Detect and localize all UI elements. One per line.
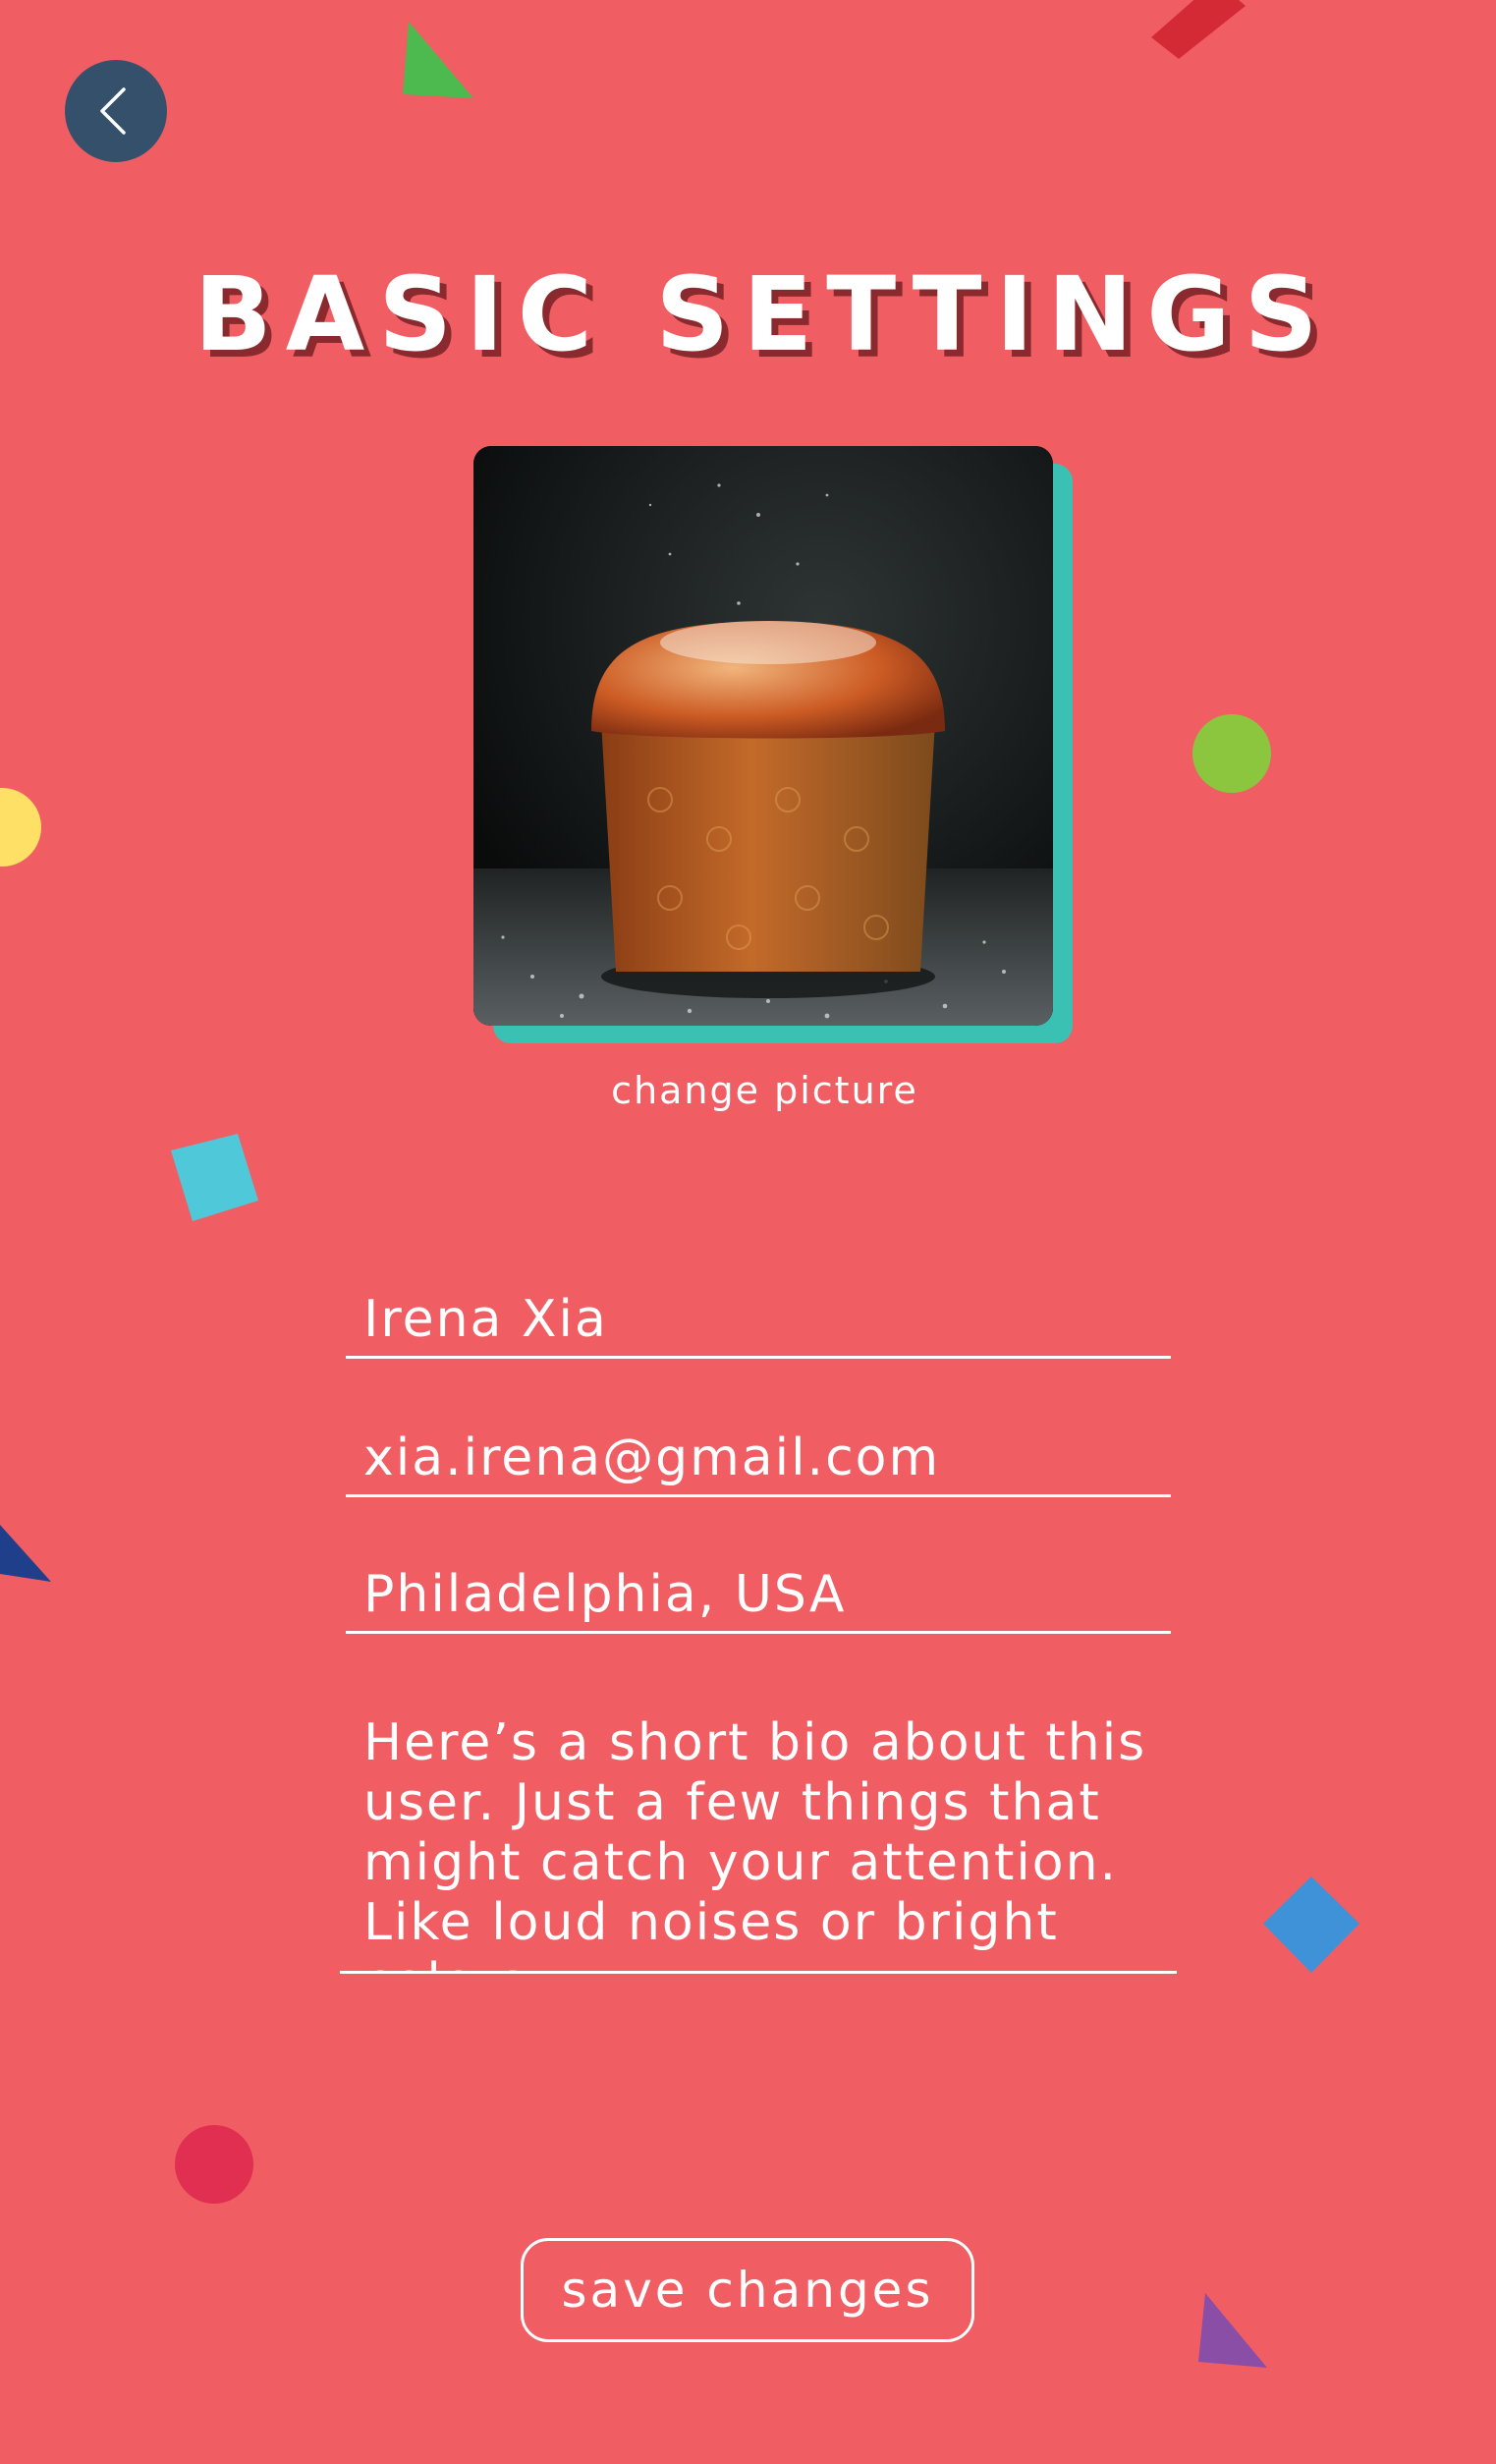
confetti-purple-triangle [1198, 2293, 1267, 2368]
confetti-yellow-circle [0, 788, 41, 867]
confetti-red-bar [1151, 0, 1246, 59]
bio-field[interactable]: Here’s a short bio about this user. Just… [340, 1713, 1177, 1974]
name-input[interactable] [346, 1283, 1171, 1356]
location-field[interactable] [346, 1558, 1171, 1634]
back-button[interactable] [65, 60, 167, 162]
avatar[interactable] [473, 446, 1053, 1026]
confetti-lime-circle [1192, 714, 1271, 793]
name-field[interactable] [346, 1283, 1171, 1359]
confetti-cyan-square [171, 1134, 258, 1221]
confetti-crimson-circle [175, 2125, 253, 2204]
muffin-photo [473, 446, 1053, 1026]
confetti-navy-triangle [0, 1525, 51, 1582]
bio-textarea[interactable]: Here’s a short bio about this user. Just… [340, 1713, 1177, 1971]
change-picture-button[interactable]: change picture [0, 1069, 1496, 1112]
location-input[interactable] [346, 1558, 1171, 1631]
email-field[interactable] [346, 1422, 1171, 1497]
confetti-blue-diamond [1263, 1876, 1359, 1973]
chevron-left-icon [100, 87, 126, 135]
confetti-green-triangle [403, 22, 473, 98]
email-input[interactable] [346, 1422, 1171, 1494]
page-title: BASIC SETTINGS [194, 254, 1332, 374]
save-changes-button[interactable]: save changes [521, 2238, 974, 2342]
